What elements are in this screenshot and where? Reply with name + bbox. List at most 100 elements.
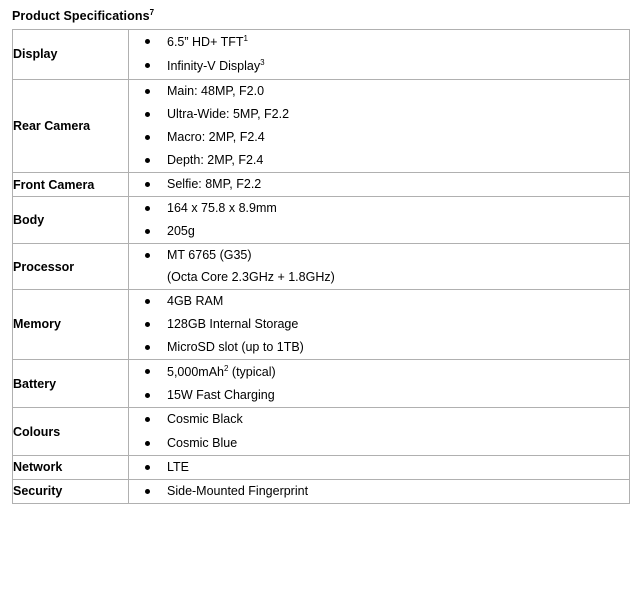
bullet-icon — [145, 88, 150, 94]
spec-label-cell: Memory — [12, 288, 129, 361]
bullet-icon — [145, 229, 150, 235]
spec-item-text: Infinity-V Display — [167, 59, 261, 74]
spec-item-text: 4GB RAM — [167, 293, 224, 308]
spec-item: Macro: 2MP, F2.4 — [129, 126, 629, 149]
spec-item: 4GB RAM — [129, 290, 629, 313]
spec-values-cell: Side-Mounted Fingerprint — [128, 478, 630, 504]
page-title: Product Specifications7 — [12, 8, 154, 23]
spec-item: Infinity-V Display3 — [129, 54, 629, 78]
spec-item-text: 164 x 75.8 x 8.9mm — [167, 201, 277, 216]
spec-label-cell: Security — [12, 478, 129, 504]
spec-item: 15W Fast Charging — [129, 384, 629, 407]
page-title-text: Product Specifications — [12, 9, 150, 24]
table-row: Display 6.5” HD+ TFT1 Infinity-V Display3 — [12, 29, 630, 80]
spec-item-list: 164 x 75.8 x 8.9mm 205g — [129, 197, 629, 243]
spec-item-text: 6.5” HD+ TFT — [167, 35, 244, 50]
table-row: Rear Camera Main: 48MP, F2.0 Ultra-Wide: 5… — [12, 78, 630, 174]
bullet-icon — [145, 157, 150, 163]
spec-item-list: 6.5” HD+ TFT1 Infinity-V Display3 — [129, 30, 629, 79]
spec-item: Selfie: 8MP, F2.2 — [129, 173, 629, 196]
table-row: Memory 4GB RAM 128GB Internal Storage Micro… — [12, 288, 630, 361]
spec-item-text: LTE — [167, 459, 189, 474]
spec-item-text: (Octa Core 2.3GHz + 1.8GHz) — [167, 269, 335, 284]
spec-item: 164 x 75.8 x 8.9mm — [129, 197, 629, 220]
bullet-icon — [145, 63, 150, 69]
page-title-footnote: 7 — [149, 8, 155, 17]
table-row: Battery 5,000mAh2 (typical) 15W Fast Charg… — [12, 359, 630, 409]
spec-label-cell: Body — [12, 196, 129, 245]
spec-label-cell: Rear Camera — [12, 78, 129, 174]
spec-item-list: 5,000mAh2 (typical) 15W Fast Charging — [129, 360, 629, 407]
spec-label-cell: Front Camera — [12, 172, 129, 198]
table-row: Body 164 x 75.8 x 8.9mm 205g — [12, 196, 630, 245]
spec-item: MicroSD slot (up to 1TB) — [129, 336, 629, 359]
spec-item: 6.5” HD+ TFT1 — [129, 30, 629, 54]
spec-item-text: 5,000mAh — [167, 365, 224, 380]
spec-label-cell: Network — [12, 454, 129, 480]
table-body: Display 6.5” HD+ TFT1 Infinity-V Display3 R… — [12, 29, 630, 504]
bullet-icon — [145, 440, 150, 446]
spec-item-text: Depth: 2MP, F2.4 — [167, 152, 264, 167]
spec-item-list: Main: 48MP, F2.0 Ultra-Wide: 5MP, F2.2 Mac… — [129, 80, 629, 173]
spec-item: LTE — [129, 456, 629, 479]
spec-item-text: Cosmic Blue — [167, 435, 238, 450]
spec-values-cell: Cosmic Black Cosmic Blue — [128, 407, 630, 456]
spec-values-cell: 5,000mAh2 (typical) 15W Fast Charging — [128, 359, 630, 409]
spec-item: Cosmic Black — [129, 408, 629, 431]
spec-item-text: 15W Fast Charging — [167, 388, 275, 403]
bullet-icon — [145, 253, 150, 259]
bullet-icon — [145, 393, 150, 399]
spec-item: 128GB Internal Storage — [129, 313, 629, 336]
bullet-icon — [145, 417, 150, 423]
spec-item-text: Side-Mounted Fingerprint — [167, 483, 309, 498]
product-specifications-table: Display 6.5” HD+ TFT1 Infinity-V Display3 R… — [12, 29, 630, 504]
spec-item-text: Ultra-Wide: 5MP, F2.2 — [167, 106, 290, 121]
document-page: Product Specifications7 Display 6.5” HD+ … — [0, 0, 644, 603]
spec-item-text: MT 6765 (G35) — [167, 248, 252, 263]
bullet-icon — [145, 321, 150, 327]
spec-item-text: Cosmic Black — [167, 412, 243, 427]
bullet-icon — [145, 182, 150, 188]
spec-label-cell: Display — [12, 29, 129, 80]
spec-item-footnote: 3 — [260, 58, 265, 68]
spec-values-cell: 6.5” HD+ TFT1 Infinity-V Display3 — [128, 29, 630, 80]
table-row: Colours Cosmic Black Cosmic Blue — [12, 407, 630, 456]
bullet-icon — [145, 206, 150, 212]
spec-item-text: 205g — [167, 224, 195, 239]
spec-values-cell: Main: 48MP, F2.0 Ultra-Wide: 5MP, F2.2 Mac… — [128, 78, 630, 174]
bullet-icon — [145, 134, 150, 140]
spec-item-text: Main: 48MP, F2.0 — [167, 83, 265, 98]
spec-item: Ultra-Wide: 5MP, F2.2 — [129, 103, 629, 126]
spec-item: Side-Mounted Fingerprint — [129, 480, 629, 503]
spec-label-cell: Processor — [12, 243, 129, 290]
spec-item-text-suffix: (typical) — [228, 365, 276, 380]
spec-item: 5,000mAh2 (typical) — [129, 360, 629, 384]
spec-values-cell: 4GB RAM 128GB Internal Storage MicroSD slo… — [128, 288, 630, 361]
table-row: Front Camera Selfie: 8MP, F2.2 — [12, 172, 630, 198]
bullet-icon — [145, 464, 150, 470]
spec-label-cell: Battery — [12, 359, 129, 409]
spec-item: 205g — [129, 220, 629, 243]
spec-item-list: 4GB RAM 128GB Internal Storage MicroSD slo… — [129, 290, 629, 359]
spec-item: Cosmic Blue — [129, 432, 629, 455]
spec-values-cell: Selfie: 8MP, F2.2 — [128, 172, 630, 198]
spec-item-text: Macro: 2MP, F2.4 — [167, 129, 265, 144]
spec-item-footnote: 1 — [243, 34, 248, 43]
spec-item-list: Cosmic Black Cosmic Blue — [129, 408, 629, 454]
spec-item-list: LTE — [129, 456, 629, 479]
spec-label-cell: Colours — [12, 407, 129, 456]
bullet-icon — [145, 111, 150, 117]
spec-values-cell: MT 6765 (G35) (Octa Core 2.3GHz + 1.8GHz) — [128, 243, 630, 290]
spec-item: Depth: 2MP, F2.4 — [129, 149, 629, 172]
table-row: Security Side-Mounted Fingerprint — [12, 478, 630, 504]
bullet-icon — [145, 344, 150, 350]
spec-values-cell: LTE — [128, 454, 630, 480]
spec-item-list: Selfie: 8MP, F2.2 — [129, 173, 629, 196]
table-row: Network LTE — [12, 454, 630, 480]
spec-item-text: Selfie: 8MP, F2.2 — [167, 177, 262, 192]
bullet-icon — [145, 298, 150, 304]
spec-item-text: 128GB Internal Storage — [167, 316, 299, 331]
spec-item: Main: 48MP, F2.0 — [129, 80, 629, 103]
spec-item-list: Side-Mounted Fingerprint — [129, 480, 629, 503]
spec-values-cell: 164 x 75.8 x 8.9mm 205g — [128, 196, 630, 245]
